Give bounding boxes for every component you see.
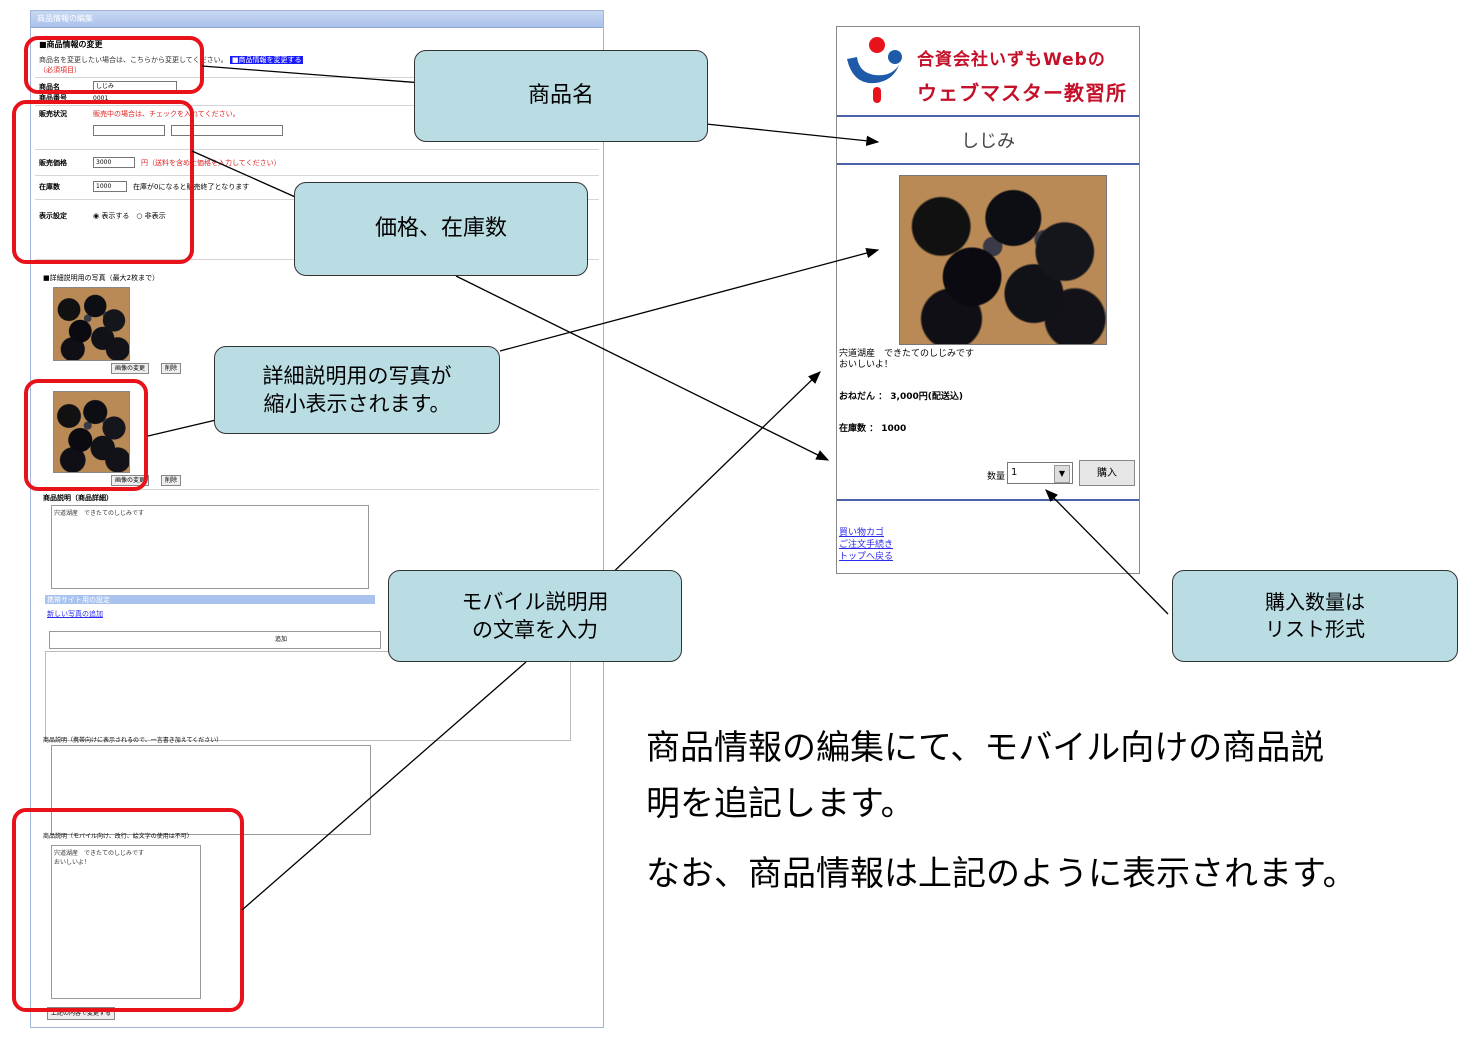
callout-product-name: 商品名	[414, 50, 708, 142]
callout-line: 購入数量は	[1265, 590, 1365, 614]
callout-line: の文章を入力	[472, 618, 598, 642]
description-line-1: 商品情報の編集にて、モバイル向けの商品説	[646, 728, 1325, 768]
callout-qty-list: 購入数量は リスト形式	[1172, 570, 1458, 662]
callout-line: 詳細説明用の写真が	[262, 363, 452, 388]
callout-line: リスト形式	[1265, 617, 1365, 641]
callout-line: モバイル説明用	[461, 589, 609, 614]
callout-line: 縮小表示されます。	[263, 392, 451, 416]
description-line-3: なお、商品情報は上記のように表示されます。	[646, 854, 1357, 894]
description-line-2: 明を追記します。	[646, 784, 915, 824]
callout-mobile-text: モバイル説明用 の文章を入力	[388, 570, 682, 662]
callout-price-stock: 価格、在庫数	[294, 182, 588, 276]
callout-photo: 詳細説明用の写真が 縮小表示されます。	[214, 346, 500, 434]
